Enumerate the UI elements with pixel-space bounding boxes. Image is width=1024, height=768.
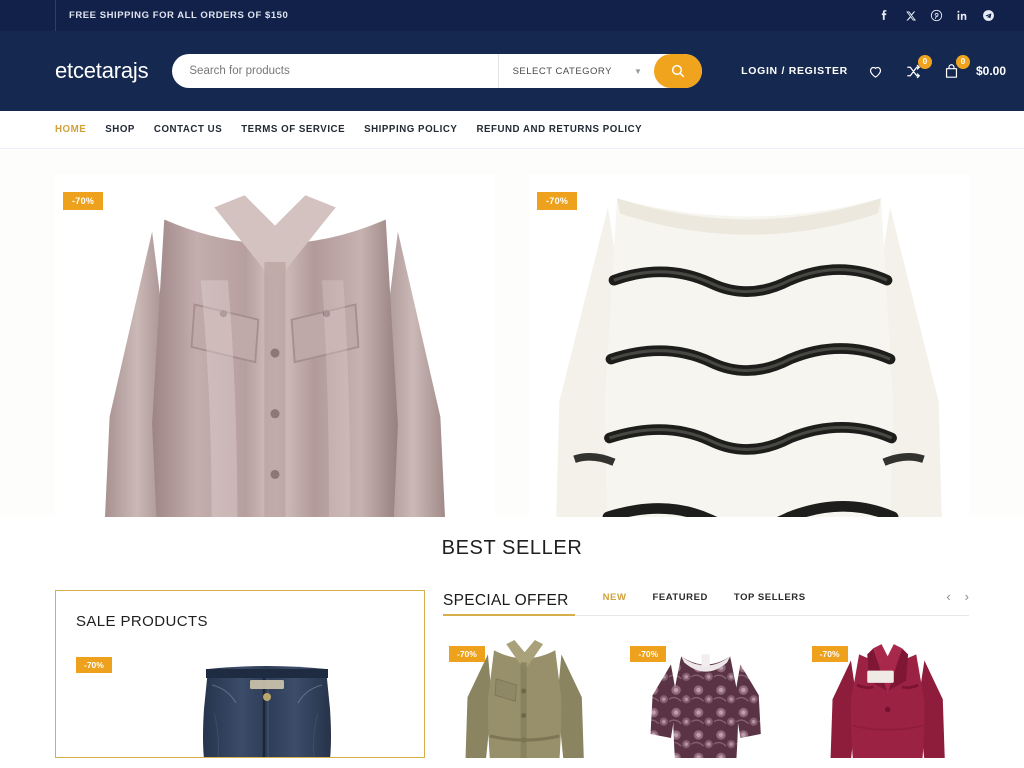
discount-badge: -70% xyxy=(63,192,104,210)
free-shipping-message: FREE SHIPPING FOR ALL ORDERS OF $150 xyxy=(69,10,289,21)
cart-count-badge: 0 xyxy=(955,55,970,69)
hero-card-sweater[interactable]: -70% xyxy=(529,174,969,517)
nav-item-shipping[interactable]: SHIPPING POLICY xyxy=(364,124,457,135)
facebook-icon[interactable] xyxy=(878,9,891,22)
wishlist-button[interactable] xyxy=(866,61,886,81)
site-logo[interactable]: etcetarajs xyxy=(55,58,149,84)
sale-products-panel: SALE PRODUCTS -70% xyxy=(55,590,425,758)
denim-jeans-image[interactable] xyxy=(184,663,350,758)
product-card-burgundy-blazer[interactable]: -70% xyxy=(805,638,969,758)
telegram-icon[interactable] xyxy=(982,9,995,22)
product-card-khaki-jacket[interactable]: -70% xyxy=(443,638,607,758)
discount-badge: -70% xyxy=(449,646,485,662)
product-card-floral-top[interactable]: -70% xyxy=(624,638,788,758)
category-select[interactable]: SELECT CATEGORY ▼ xyxy=(497,54,655,88)
striped-sweater-image xyxy=(529,174,969,517)
nav-item-terms[interactable]: TERMS OF SERVICE xyxy=(241,124,345,135)
login-register-link[interactable]: LOGIN / REGISTER xyxy=(741,65,848,77)
site-header: etcetarajs SELECT CATEGORY ▼ LOGIN / REG… xyxy=(0,31,1024,111)
tab-new[interactable]: NEW xyxy=(603,592,627,603)
special-offer-heading: SPECIAL OFFER xyxy=(443,592,575,616)
category-select-label: SELECT CATEGORY xyxy=(512,65,612,77)
cart-button[interactable]: 0 xyxy=(942,55,970,81)
special-offer-panel: SPECIAL OFFER NEW FEATURED TOP SELLERS ‹… xyxy=(443,590,969,758)
best-seller-heading: BEST SELLER xyxy=(441,537,583,559)
product-search-bar: SELECT CATEGORY ▼ xyxy=(172,54,703,88)
discount-badge: -70% xyxy=(630,646,667,662)
header-actions: LOGIN / REGISTER 0 0 $0.00 xyxy=(741,55,1006,81)
sale-products-heading: SALE PRODUCTS xyxy=(76,613,208,630)
cart-total-amount[interactable]: $0.00 xyxy=(976,64,1006,78)
social-links xyxy=(878,0,1007,31)
carousel-controls: ‹ › xyxy=(946,590,969,605)
discount-badge: -70% xyxy=(537,192,578,210)
compare-count-badge: 0 xyxy=(917,55,932,69)
best-seller-panels: SALE PRODUCTS -70% SPECIAL OFFER NEW FEA… xyxy=(0,560,1024,758)
prev-arrow-icon[interactable]: ‹ xyxy=(946,590,950,603)
discount-badge: -70% xyxy=(811,646,848,662)
pinterest-icon[interactable] xyxy=(930,9,943,22)
discount-badge: -70% xyxy=(76,657,112,673)
search-input[interactable] xyxy=(172,54,498,88)
main-navigation: HOME SHOP CONTACT US TERMS OF SERVICE SH… xyxy=(0,111,1024,149)
linkedin-icon[interactable] xyxy=(956,9,969,22)
compare-button[interactable]: 0 xyxy=(904,55,932,81)
nav-item-refund[interactable]: REFUND AND RETURNS POLICY xyxy=(476,124,642,135)
tab-top-sellers[interactable]: TOP SELLERS xyxy=(734,592,806,603)
satin-blouse-image xyxy=(55,174,495,517)
next-arrow-icon[interactable]: › xyxy=(965,590,969,603)
special-offer-tabs: NEW FEATURED TOP SELLERS xyxy=(603,592,806,605)
tab-featured[interactable]: FEATURED xyxy=(652,592,707,603)
chevron-down-icon: ▼ xyxy=(633,66,643,76)
hero-card-blouse[interactable]: -70% xyxy=(55,174,495,517)
hero-banner-section: -70% -70% xyxy=(0,149,1024,517)
top-bar-left: FREE SHIPPING FOR ALL ORDERS OF $150 xyxy=(55,0,288,31)
nav-item-home[interactable]: HOME xyxy=(55,124,86,135)
special-offer-products: -70% -70% -70% xyxy=(443,616,969,758)
special-offer-header: SPECIAL OFFER NEW FEATURED TOP SELLERS ‹… xyxy=(443,590,969,616)
search-button[interactable] xyxy=(654,54,703,88)
nav-item-contact[interactable]: CONTACT US xyxy=(154,124,222,135)
x-twitter-icon[interactable] xyxy=(904,9,917,22)
nav-item-shop[interactable]: SHOP xyxy=(105,124,135,135)
top-announcement-bar: FREE SHIPPING FOR ALL ORDERS OF $150 xyxy=(0,0,1024,31)
